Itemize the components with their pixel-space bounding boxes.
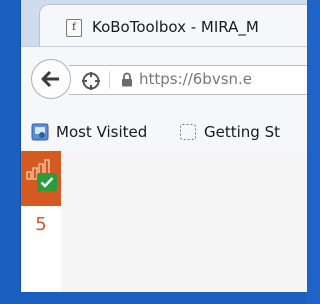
navigation-toolbar: https://6bvsn.e xyxy=(21,46,307,114)
bookmark-label: Getting St xyxy=(204,123,280,141)
most-visited-icon xyxy=(31,123,49,141)
tab-strip: f KoBoToolbox - MIRA_M xyxy=(21,0,307,47)
url-text[interactable]: https://6bvsn.e xyxy=(139,70,252,88)
lock-icon[interactable] xyxy=(121,72,133,87)
address-divider xyxy=(109,71,110,89)
back-arrow-icon xyxy=(41,70,59,88)
page-content: 5 xyxy=(21,151,307,292)
bookmark-most-visited[interactable]: Most Visited xyxy=(31,121,147,143)
bookmark-getting-started[interactable]: Getting St xyxy=(179,121,280,143)
tab-title: KoBoToolbox - MIRA_M xyxy=(92,18,259,36)
address-bar[interactable]: https://6bvsn.e xyxy=(69,65,307,95)
browser-window: f KoBoToolbox - MIRA_M https://6bvsn.e M… xyxy=(20,0,307,292)
sidebar-count: 5 xyxy=(35,214,47,235)
checkmark-badge xyxy=(37,173,57,191)
window-bottom-border xyxy=(0,292,306,304)
tab-favicon-icon: f xyxy=(66,19,82,37)
app-sidebar: 5 xyxy=(21,151,61,292)
back-button[interactable] xyxy=(31,59,71,99)
site-identity-icon[interactable] xyxy=(81,71,101,91)
main-content-area xyxy=(61,151,307,292)
app-logo[interactable] xyxy=(21,151,61,206)
window-left-border xyxy=(0,0,20,304)
bookmark-label: Most Visited xyxy=(56,123,148,141)
browser-tab[interactable]: f KoBoToolbox - MIRA_M xyxy=(39,4,307,47)
getting-started-icon xyxy=(180,124,196,140)
checkmark-icon xyxy=(40,177,54,188)
bookmarks-toolbar: Most Visited Getting St xyxy=(21,113,307,151)
